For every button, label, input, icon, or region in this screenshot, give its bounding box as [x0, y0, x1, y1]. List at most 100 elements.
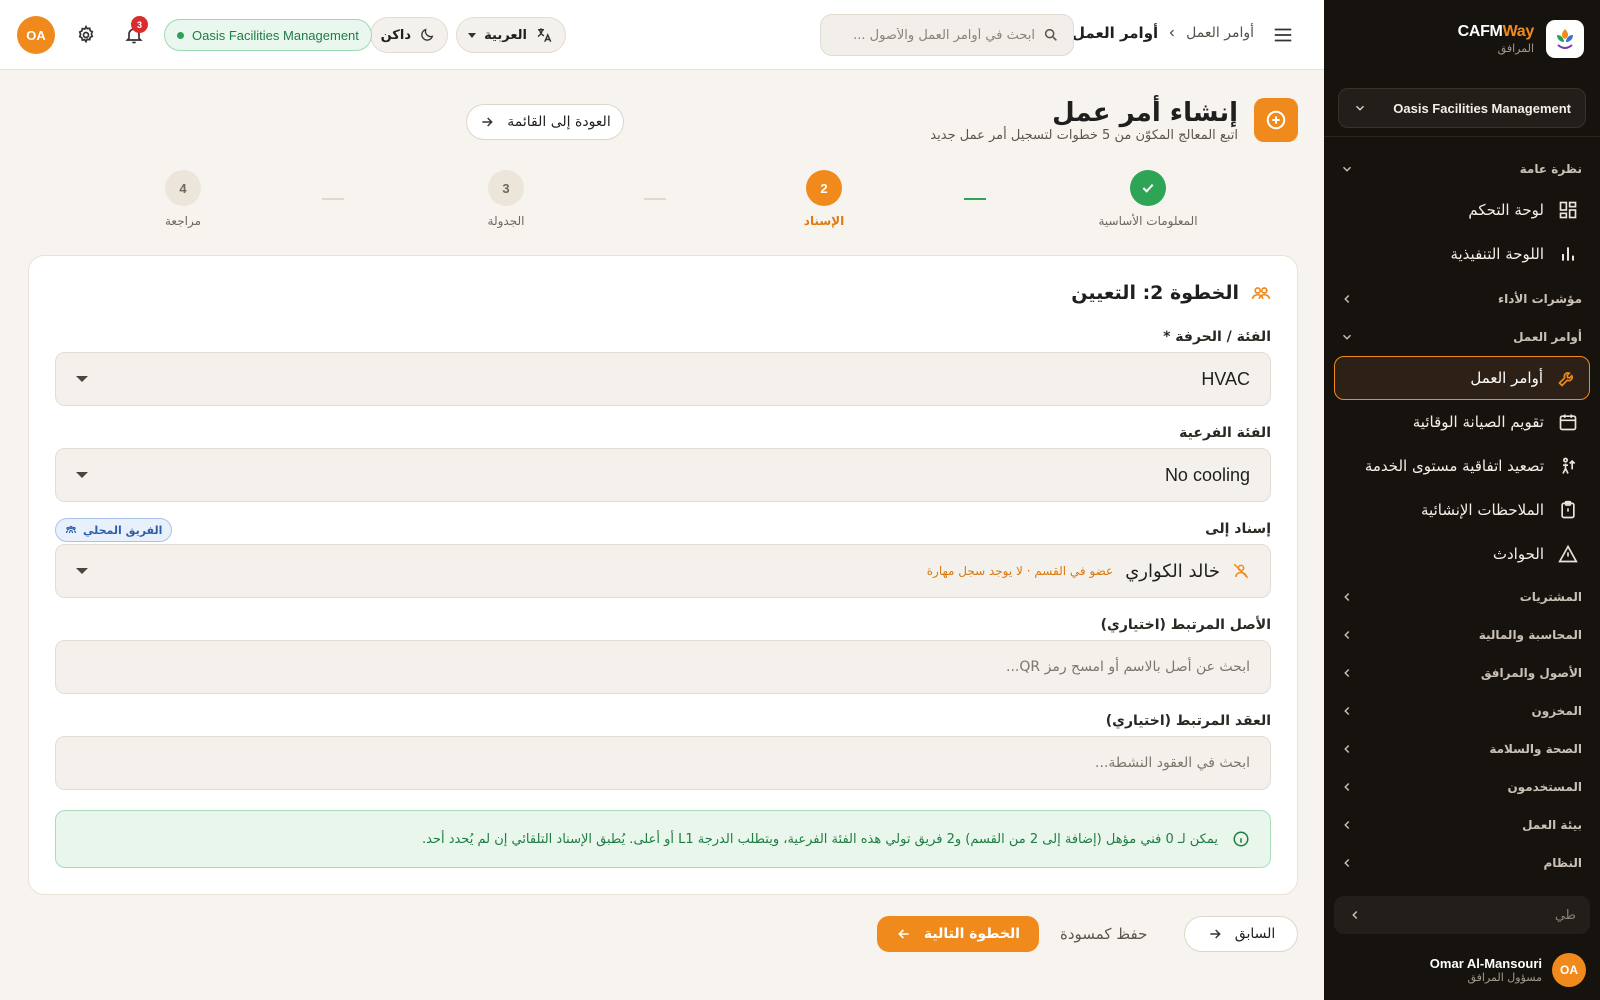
sidebar-group-users[interactable]: المستخدمون: [1334, 768, 1590, 806]
sidebar-collapse-button[interactable]: طي: [1334, 896, 1590, 934]
theme-toggle[interactable]: داكن: [370, 17, 448, 53]
sidebar-item-construction-notes[interactable]: الملاحظات الإنشائية: [1334, 488, 1590, 532]
sidebar-group-workplace[interactable]: بيئة العمل: [1334, 806, 1590, 844]
step-number: 2: [806, 170, 842, 206]
local-team-badge[interactable]: الفريق المحلي: [55, 518, 173, 542]
sidebar-item-incidents[interactable]: الحوادث: [1334, 532, 1590, 576]
org-status-chip[interactable]: Oasis Facilities Management: [164, 19, 372, 51]
team-icon: [65, 524, 77, 536]
user-off-icon: [1232, 562, 1250, 580]
avatar[interactable]: OA: [17, 16, 55, 54]
sidebar-group-label: أوامر العمل: [1513, 330, 1582, 344]
sidebar-item-pm-calendar[interactable]: تقويم الصيانة الوقائية: [1334, 400, 1590, 444]
subcategory-value: No cooling: [1164, 464, 1250, 485]
chevron-down-icon: [1340, 162, 1354, 176]
language-selector[interactable]: العربية: [456, 17, 566, 53]
gear-icon: [76, 25, 96, 45]
sidebar-group-accounting[interactable]: المحاسبة والمالية: [1334, 616, 1590, 654]
step-assignment[interactable]: 2 الإسناد: [754, 170, 894, 228]
sidebar-group-label: بيئة العمل: [1522, 818, 1582, 832]
sidebar-item-work-orders[interactable]: أوامر العمل: [1334, 356, 1590, 400]
subcategory-select[interactable]: No cooling: [55, 448, 1271, 502]
hamburger-menu-icon[interactable]: [1270, 22, 1296, 48]
global-search[interactable]: [820, 14, 1074, 56]
brand-logo-icon: [1546, 20, 1584, 58]
next-step-button[interactable]: الخطوة التالية: [877, 916, 1039, 952]
info-icon: [1232, 830, 1250, 848]
bar-chart-icon: [1558, 244, 1578, 264]
breadcrumb-current: أوامر العمل: [1072, 24, 1159, 42]
sidebar-group-label: النظام: [1543, 856, 1582, 870]
linked-asset-label: الأصل المرتبط (اختياري): [1100, 617, 1271, 633]
settings-button[interactable]: [73, 22, 99, 48]
step-label: مراجعة: [164, 214, 202, 228]
step-label: الجدولة: [487, 214, 525, 228]
caret-down-icon: [468, 32, 477, 38]
sidebar-group-hse[interactable]: الصحة والسلامة: [1334, 730, 1590, 768]
breadcrumb-parent[interactable]: أوامر العمل: [1186, 25, 1254, 41]
org-chip-label: Oasis Facilities Management: [192, 27, 359, 43]
chevron-left-icon: [1340, 704, 1354, 718]
save-draft-button[interactable]: حفظ كمسودة: [1060, 925, 1147, 943]
chevron-left-icon: [1340, 856, 1354, 870]
status-dot-icon: [177, 31, 184, 39]
sidebar-group-inventory[interactable]: المخزون: [1334, 692, 1590, 730]
theme-label: داكن: [380, 27, 411, 43]
sidebar-group-work-orders[interactable]: أوامر العمل: [1334, 318, 1590, 356]
notifications-button[interactable]: 3: [121, 16, 148, 48]
wizard-stepper: المعلومات الأساسية 2 الإسناد 3 الجدولة 4…: [165, 170, 1298, 234]
required-mark: *: [1163, 329, 1171, 345]
brand[interactable]: CAFMWay المرافق: [1340, 20, 1584, 60]
back-to-list-button[interactable]: العودة إلى القائمة: [466, 104, 624, 140]
chevron-left-icon: [1340, 818, 1354, 832]
sidebar-group-kpi[interactable]: مؤشرات الأداء: [1334, 280, 1590, 318]
assignment-form-card: الخطوة 2: التعيين الفئة / الحرفة * HVAC …: [28, 255, 1298, 895]
topbar: أوامر العمل أوامر العمل العربية داكن Oas…: [0, 0, 1324, 70]
chevron-down-icon: [1340, 330, 1354, 344]
category-select[interactable]: HVAC: [55, 352, 1271, 406]
step-connector: [322, 198, 344, 200]
assignee-note: عضو في القسم · لا يوجد سجل مهارة: [926, 564, 1114, 578]
sidebar-group-procurement[interactable]: المشتريات: [1334, 578, 1590, 616]
linked-asset-input[interactable]: ابحث عن أصل بالاسم أو امسح رمز QR...: [55, 640, 1271, 694]
step-scheduling[interactable]: 3 الجدولة: [436, 170, 576, 228]
sidebar-group-overview[interactable]: نظرة عامة: [1334, 150, 1590, 188]
chevron-left-icon: [1166, 27, 1178, 39]
sidebar-group-system[interactable]: النظام: [1334, 844, 1590, 882]
subcategory-label: الفئة الفرعية: [1179, 425, 1271, 441]
sidebar-user[interactable]: OA Omar Al-Mansouri مسؤول المرافق: [1336, 950, 1586, 990]
category-label: الفئة / الحرفة *: [1163, 329, 1271, 345]
breadcrumb: أوامر العمل أوامر العمل: [1072, 24, 1254, 42]
chevron-left-icon: [1348, 908, 1362, 922]
next-step-label: الخطوة التالية: [923, 926, 1021, 942]
previous-button[interactable]: السابق: [1184, 916, 1298, 952]
chevron-left-icon: [1340, 742, 1354, 756]
sidebar-item-dashboard[interactable]: لوحة التحكم: [1334, 188, 1590, 232]
users-icon: [1251, 283, 1271, 303]
search-input[interactable]: [835, 27, 1035, 43]
escalation-person-icon: [1558, 456, 1578, 476]
linked-contract-label: العقد المرتبط (اختياري): [1105, 713, 1271, 729]
translate-icon: [535, 26, 553, 44]
plus-circle-icon: [1254, 98, 1298, 142]
sidebar-group-label: المخزون: [1531, 704, 1582, 718]
sidebar-item-label: الحوادث: [1492, 545, 1544, 563]
step-check-icon: [1130, 170, 1166, 206]
org-selector[interactable]: Oasis Facilities Management: [1338, 88, 1586, 128]
arrow-left-icon: [896, 926, 912, 942]
sidebar-group-assets[interactable]: الأصول والمرافق: [1334, 654, 1590, 692]
sidebar-item-label: الملاحظات الإنشائية: [1421, 501, 1544, 519]
linked-contract-input[interactable]: ابحث في العقود النشطة...: [55, 736, 1271, 790]
step-review[interactable]: 4 مراجعة: [113, 170, 253, 228]
back-to-list-label: العودة إلى القائمة: [507, 114, 611, 130]
sidebar-collapse-label: طي: [1554, 907, 1576, 923]
chevron-left-icon: [1340, 666, 1354, 680]
sidebar-item-label: تقويم الصيانة الوقائية: [1412, 413, 1544, 431]
org-selector-label: Oasis Facilities Management: [1393, 100, 1571, 116]
sidebar-item-executive[interactable]: اللوحة التنفيذية: [1334, 232, 1590, 276]
step-number: 4: [165, 170, 201, 206]
assignee-select[interactable]: خالد الكواري عضو في القسم · لا يوجد سجل …: [55, 544, 1271, 598]
previous-button-label: السابق: [1234, 926, 1276, 942]
step-basic-info[interactable]: المعلومات الأساسية: [1078, 170, 1218, 228]
sidebar-item-sla-escalation[interactable]: تصعيد اتفاقية مستوى الخدمة: [1334, 444, 1590, 488]
